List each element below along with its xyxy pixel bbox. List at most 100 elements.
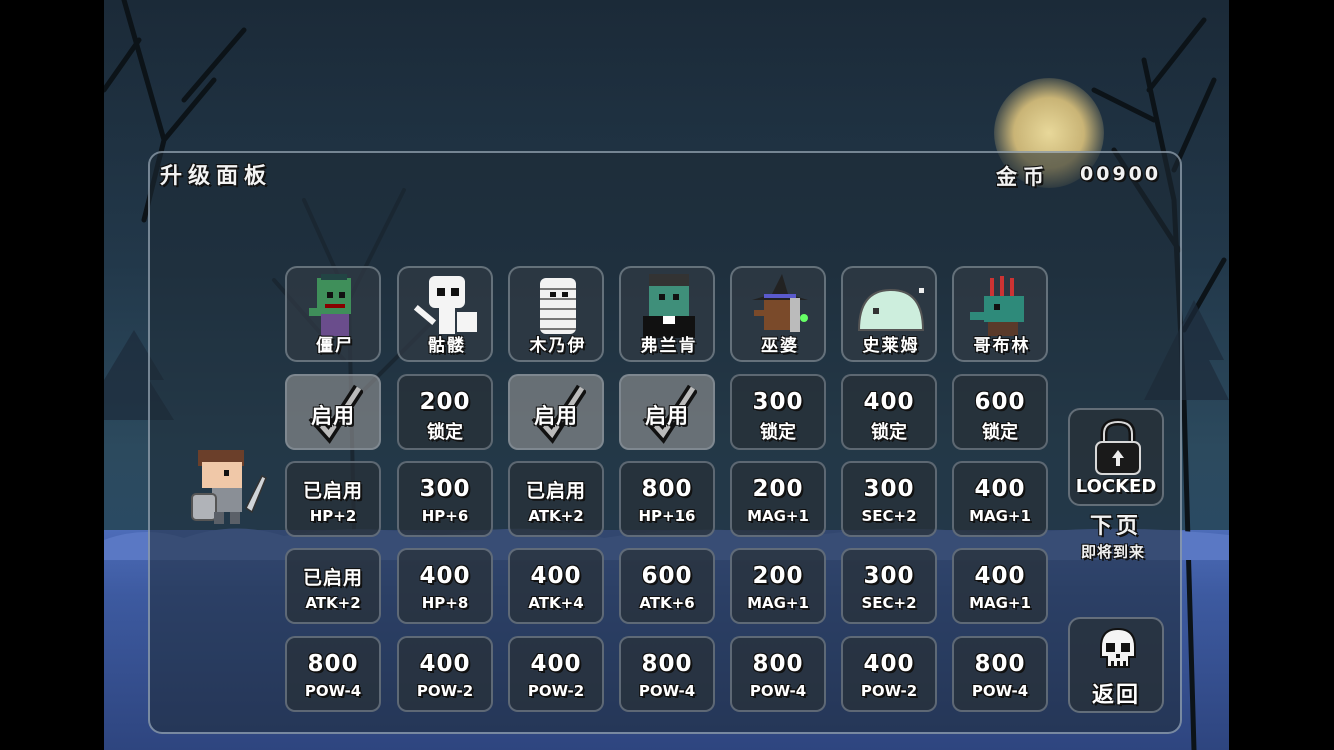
game-screen: 升级面板 金币 00900 LOCKED 下页 即将到来 返回 僵尸 启用 骷髅… xyxy=(0,0,1334,750)
panel-title: 升级面板 xyxy=(160,164,273,189)
upgrade-button[interactable]: 300 HP+6 xyxy=(397,461,493,537)
upgrade-cost: 800 xyxy=(641,476,693,502)
upgrade-button[interactable]: 400 HP+8 xyxy=(397,548,493,624)
upgrade-effect: MAG+1 xyxy=(969,594,1031,612)
unlock-button[interactable]: 400 锁定 xyxy=(841,374,937,450)
upgrade-cost: 400 xyxy=(974,563,1026,589)
character-name: 弗兰肯 xyxy=(640,336,698,356)
back-label: 返回 xyxy=(1091,683,1140,708)
upgrade-effect: HP+8 xyxy=(421,594,469,612)
enable-button[interactable]: 启用 xyxy=(619,374,715,450)
upgrade-button[interactable]: 800 POW-4 xyxy=(730,636,826,712)
unlock-button[interactable]: 600 锁定 xyxy=(952,374,1048,450)
character-name: 哥布林 xyxy=(973,336,1031,356)
enable-button[interactable]: 启用 xyxy=(285,374,381,450)
upgrade-cost: 已启用 xyxy=(302,480,363,502)
upgrade-button[interactable]: 200 MAG+1 xyxy=(730,548,826,624)
upgrade-button[interactable]: 800 HP+16 xyxy=(619,461,715,537)
upgrade-button[interactable]: 400 ATK+4 xyxy=(508,548,604,624)
upgrade-button[interactable]: 400 MAG+1 xyxy=(952,461,1048,537)
upgrade-effect: POW-4 xyxy=(638,682,696,700)
upgrade-effect: POW-4 xyxy=(971,682,1029,700)
upgrade-button[interactable]: 800 POW-4 xyxy=(952,636,1048,712)
upgrade-cost: 200 xyxy=(752,476,804,502)
upgrade-button[interactable]: 200 MAG+1 xyxy=(730,461,826,537)
upgrade-effect: SEC+2 xyxy=(861,594,917,612)
padlock-icon xyxy=(1095,418,1141,475)
upgrade-button[interactable]: 800 POW-4 xyxy=(619,636,715,712)
upgrade-cost: 400 xyxy=(974,476,1026,502)
character-card-5[interactable]: 史莱姆 xyxy=(841,266,937,362)
upgrade-button[interactable]: 300 SEC+2 xyxy=(841,548,937,624)
upgrade-cost: 800 xyxy=(752,651,804,677)
upgrade-effect: POW-4 xyxy=(749,682,807,700)
character-card-0[interactable]: 僵尸 xyxy=(285,266,381,362)
character-name: 木乃伊 xyxy=(529,336,587,356)
upgrade-effect: ATK+4 xyxy=(528,594,584,612)
unlock-button[interactable]: 300 锁定 xyxy=(730,374,826,450)
upgrade-button[interactable]: 400 POW-2 xyxy=(508,636,604,712)
upgrade-button[interactable]: 已启用 ATK+2 xyxy=(285,548,381,624)
upgrade-button[interactable]: 400 POW-2 xyxy=(397,636,493,712)
upgrade-cost: 800 xyxy=(307,651,359,677)
upgrade-cost: 400 xyxy=(863,651,915,677)
next-page-button[interactable]: LOCKED xyxy=(1068,408,1164,506)
character-card-1[interactable]: 骷髅 xyxy=(397,266,493,362)
coins-label: 金币 xyxy=(996,165,1050,189)
next-page-label[interactable]: 下页 xyxy=(1090,508,1142,540)
enable-label: 启用 xyxy=(534,404,578,428)
character-card-6[interactable]: 哥布林 xyxy=(952,266,1048,362)
upgrade-effect: HP+16 xyxy=(638,507,696,525)
upgrade-button[interactable]: 已启用 ATK+2 xyxy=(508,461,604,537)
character-name: 史莱姆 xyxy=(862,336,920,356)
upgrade-cost: 已启用 xyxy=(302,567,363,589)
unlock-price: 300 xyxy=(752,389,804,415)
upgrade-cost: 600 xyxy=(641,563,693,589)
character-name: 巫婆 xyxy=(761,336,799,356)
upgrade-button[interactable]: 800 POW-4 xyxy=(285,636,381,712)
upgrade-cost: 已启用 xyxy=(525,480,586,502)
locked-label: LOCKED xyxy=(1075,476,1157,497)
upgrade-cost: 400 xyxy=(530,563,582,589)
hero-knight-icon xyxy=(191,450,267,524)
upgrade-effect: ATK+2 xyxy=(528,507,584,525)
upgrade-cost: 400 xyxy=(530,651,582,677)
back-button[interactable]: 返回 xyxy=(1068,617,1164,713)
upgrade-effect: POW-4 xyxy=(304,682,362,700)
character-card-4[interactable]: 巫婆 xyxy=(730,266,826,362)
enable-label: 启用 xyxy=(645,404,689,428)
unlock-price: 600 xyxy=(974,389,1026,415)
upgrade-cost: 200 xyxy=(752,563,804,589)
upgrade-effect: HP+2 xyxy=(309,507,357,525)
upgrade-effect: MAG+1 xyxy=(747,594,809,612)
upgrade-effect: ATK+2 xyxy=(305,594,361,612)
character-card-2[interactable]: 木乃伊 xyxy=(508,266,604,362)
upgrade-cost: 300 xyxy=(419,476,471,502)
upgrade-effect: ATK+6 xyxy=(639,594,695,612)
unlock-label: 锁定 xyxy=(982,422,1018,443)
upgrade-button[interactable]: 400 POW-2 xyxy=(841,636,937,712)
upgrade-cost: 800 xyxy=(974,651,1026,677)
upgrade-effect: MAG+1 xyxy=(747,507,809,525)
unlock-price: 400 xyxy=(863,389,915,415)
unlock-price: 200 xyxy=(419,389,471,415)
enable-button[interactable]: 启用 xyxy=(508,374,604,450)
upgrade-effect: POW-2 xyxy=(416,682,474,700)
skull-icon xyxy=(1100,627,1136,668)
upgrade-button[interactable]: 已启用 HP+2 xyxy=(285,461,381,537)
upgrade-effect: SEC+2 xyxy=(861,507,917,525)
upgrade-cost: 400 xyxy=(419,563,471,589)
upgrade-button[interactable]: 600 ATK+6 xyxy=(619,548,715,624)
unlock-button[interactable]: 200 锁定 xyxy=(397,374,493,450)
upgrade-button[interactable]: 300 SEC+2 xyxy=(841,461,937,537)
upgrade-button[interactable]: 400 MAG+1 xyxy=(952,548,1048,624)
upgrade-cost: 300 xyxy=(863,476,915,502)
character-name: 僵尸 xyxy=(316,336,354,356)
enable-label: 启用 xyxy=(311,404,355,428)
character-card-3[interactable]: 弗兰肯 xyxy=(619,266,715,362)
coins-value: 00900 xyxy=(1080,163,1162,185)
character-name: 骷髅 xyxy=(428,336,466,356)
upgrade-effect: MAG+1 xyxy=(969,507,1031,525)
coming-soon-label: 即将到来 xyxy=(1081,543,1146,561)
upgrade-effect: HP+6 xyxy=(421,507,469,525)
